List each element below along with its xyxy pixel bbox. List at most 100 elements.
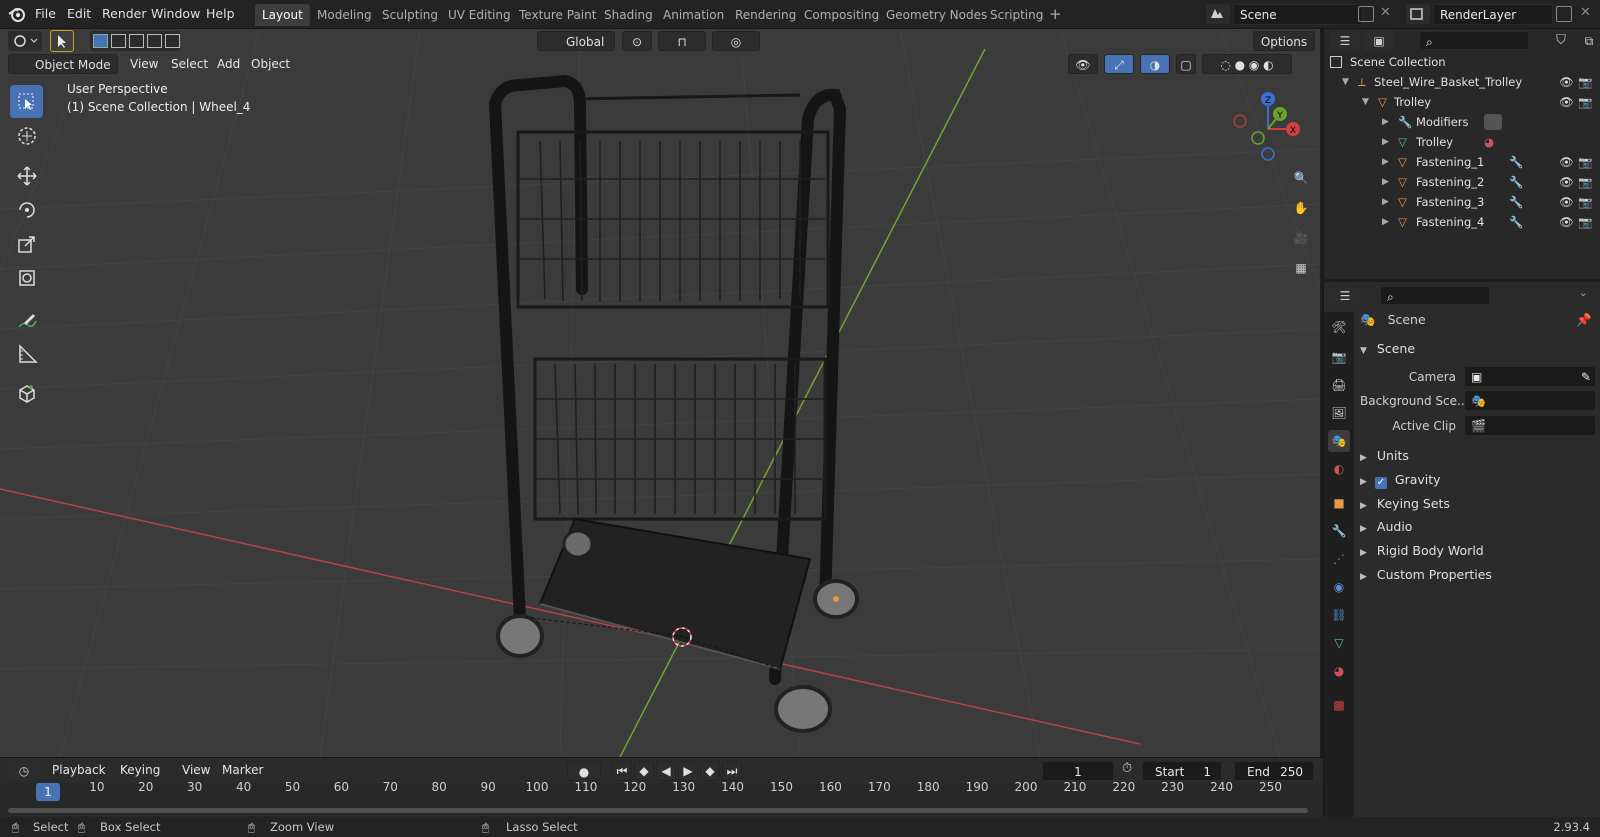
tab-animation[interactable]: Animation [656,4,731,26]
options-dropdown[interactable]: Options [1253,31,1315,51]
cursor-tool-icon[interactable] [10,119,43,152]
render-camera-icon[interactable]: 📷 [1578,212,1592,232]
scene-panel-header[interactable]: ▼ Scene [1360,338,1596,360]
delete-view-layer-icon[interactable]: ✕ [1580,5,1591,20]
camera-view-icon[interactable]: 🎥 [1287,224,1315,252]
physics-tab-icon[interactable]: ◉ [1328,576,1350,598]
playhead[interactable]: 1 [36,783,60,801]
tab-rendering[interactable]: Rendering [728,4,803,26]
select-subtract-icon[interactable] [129,34,144,48]
end-frame-field[interactable]: End 250 [1234,761,1314,781]
proportional-edit-icon[interactable]: ◎ [712,31,760,51]
tab-texture-paint[interactable]: Texture Paint [512,4,603,26]
shading-modes[interactable]: ◌ ● ◉ ◐ [1202,54,1292,74]
render-tab-icon[interactable]: 📷 [1328,346,1350,368]
play-icon[interactable]: ▶ [678,761,698,781]
outliner-row[interactable]: ▶ ▽ Trolley ◕ [1324,132,1600,152]
new-view-layer-icon[interactable] [1556,6,1572,22]
custom-properties-panel-header[interactable]: ▶ Custom Properties [1360,564,1596,586]
expand-arrow-icon[interactable]: ▼ [1362,92,1369,112]
add-cube-tool-icon[interactable] [10,377,43,410]
new-collection-icon[interactable]: ⧉ [1580,31,1598,51]
prev-keyframe-icon[interactable]: ◆ [634,761,654,781]
data-tab-icon[interactable]: ▽ [1328,632,1350,654]
render-camera-icon[interactable]: 📷 [1578,152,1592,172]
eye-icon[interactable]: 👁 [1559,192,1574,212]
render-camera-icon[interactable]: 📷 [1578,92,1592,112]
menu-edit[interactable]: Edit [67,0,91,27]
menu-help[interactable]: Help [206,0,235,27]
scene-name-field[interactable]: Scene [1233,4,1363,25]
texture-tab-icon[interactable]: ▩ [1328,694,1350,716]
menu-timeline-view[interactable]: View [182,759,210,781]
add-workspace-icon[interactable]: + [1049,5,1062,23]
expand-arrow-icon[interactable]: ▶ [1382,212,1389,232]
outliner-row[interactable]: ▼ ▽ Trolley 👁 📷 [1324,92,1600,112]
scene-selector-icon[interactable] [1206,4,1230,24]
object-tab-icon[interactable]: ■ [1328,492,1350,514]
active-clip-field[interactable]: 🎬 [1464,415,1596,436]
constraints-tab-icon[interactable]: ⛓ [1328,604,1350,626]
pin-icon[interactable]: 📌 [1576,309,1592,331]
tweak-tool-icon[interactable] [50,30,74,52]
next-keyframe-icon[interactable]: ◆ [700,761,720,781]
delete-scene-icon[interactable]: ✕ [1380,5,1391,20]
tool-tab-icon[interactable]: 🛠 [1328,316,1350,338]
blender-logo-icon[interactable] [8,5,26,26]
annotate-tool-icon[interactable] [10,303,43,336]
filter-icon[interactable]: ⛉ [1546,31,1576,51]
render-camera-icon[interactable]: 📷 [1578,192,1592,212]
expand-arrow-icon[interactable]: ▶ [1382,152,1389,172]
jump-start-icon[interactable]: ⏮ [612,761,632,781]
timeline-scrollbar[interactable] [8,808,1308,813]
tab-sculpting[interactable]: Sculpting [375,4,445,26]
render-camera-icon[interactable]: 📷 [1578,172,1592,192]
select-box-tool-icon[interactable] [10,85,43,118]
jump-end-icon[interactable]: ⏭ [722,761,742,781]
gravity-panel-header[interactable]: ▶ ✓ Gravity [1360,469,1596,491]
transform-orientation-dropdown[interactable]: Global [537,31,615,51]
tab-geometry-nodes[interactable]: Geometry Nodes [879,4,994,26]
expand-arrow-icon[interactable]: ▶ [1382,132,1389,152]
eye-icon[interactable]: 👁 [1559,72,1574,92]
outliner-row[interactable]: ▶ ▽ Fastening_1 🔧 👁 📷 [1324,152,1600,172]
outliner-row[interactable]: ▶ ▽ Fastening_4 🔧 👁 📷 [1324,212,1600,232]
play-reverse-icon[interactable]: ◀ [656,761,676,781]
current-frame-field[interactable]: 1 [1042,761,1114,781]
modifier-tab-icon[interactable]: 🔧 [1328,520,1350,542]
tab-scripting[interactable]: Scripting [983,4,1050,26]
eye-icon[interactable]: 👁 [1559,152,1574,172]
display-mode-icon[interactable]: ▣ [1364,31,1394,51]
rigid-body-panel-header[interactable]: ▶ Rigid Body World [1360,540,1596,562]
rotate-tool-icon[interactable] [10,193,43,226]
eye-icon[interactable]: 👁 [1559,172,1574,192]
chevron-down-icon[interactable]: ⌄ [1579,288,1587,299]
start-frame-field[interactable]: Start 1 [1142,761,1222,781]
measure-tool-icon[interactable] [10,337,43,370]
view-layer-tab-icon[interactable]: 🖼 [1328,402,1350,424]
eye-icon[interactable]: 👁 [1559,92,1574,112]
transform-tool-icon[interactable] [10,261,43,294]
outliner-editor-type-icon[interactable]: ☰ [1330,31,1360,51]
navigation-gizmo[interactable]: Z Y X [1228,89,1308,169]
tab-uv-editing[interactable]: UV Editing [441,4,518,26]
menu-object[interactable]: Object [251,53,290,75]
menu-file[interactable]: File [35,0,56,27]
select-invert-icon[interactable] [147,34,162,48]
outliner-row[interactable]: ▶ ▽ Fastening_3 🔧 👁 📷 [1324,192,1600,212]
zoom-icon[interactable]: 🔍 [1287,164,1315,192]
gravity-checkbox[interactable]: ✓ [1374,477,1387,489]
properties-editor-type-icon[interactable]: ☰ [1330,286,1360,306]
mode-dropdown[interactable]: Object Mode [8,54,118,74]
outliner-row[interactable]: ▼ ⟂ Steel_Wire_Basket_Trolley 👁 📷 [1324,72,1600,92]
tab-modeling[interactable]: Modeling [310,4,379,26]
tab-layout[interactable]: Layout [255,4,310,26]
select-new-icon[interactable] [93,34,108,48]
gizmo-toggle-icon[interactable]: ⤢ [1104,54,1134,74]
editor-type-icon[interactable] [8,31,42,51]
render-camera-icon[interactable]: 📷 [1578,72,1592,92]
auto-keying-icon[interactable]: ● [567,761,601,781]
visibility-icon[interactable]: 👁 [1068,54,1098,74]
menu-window[interactable]: Window [151,0,200,27]
tab-shading[interactable]: Shading [597,4,660,26]
